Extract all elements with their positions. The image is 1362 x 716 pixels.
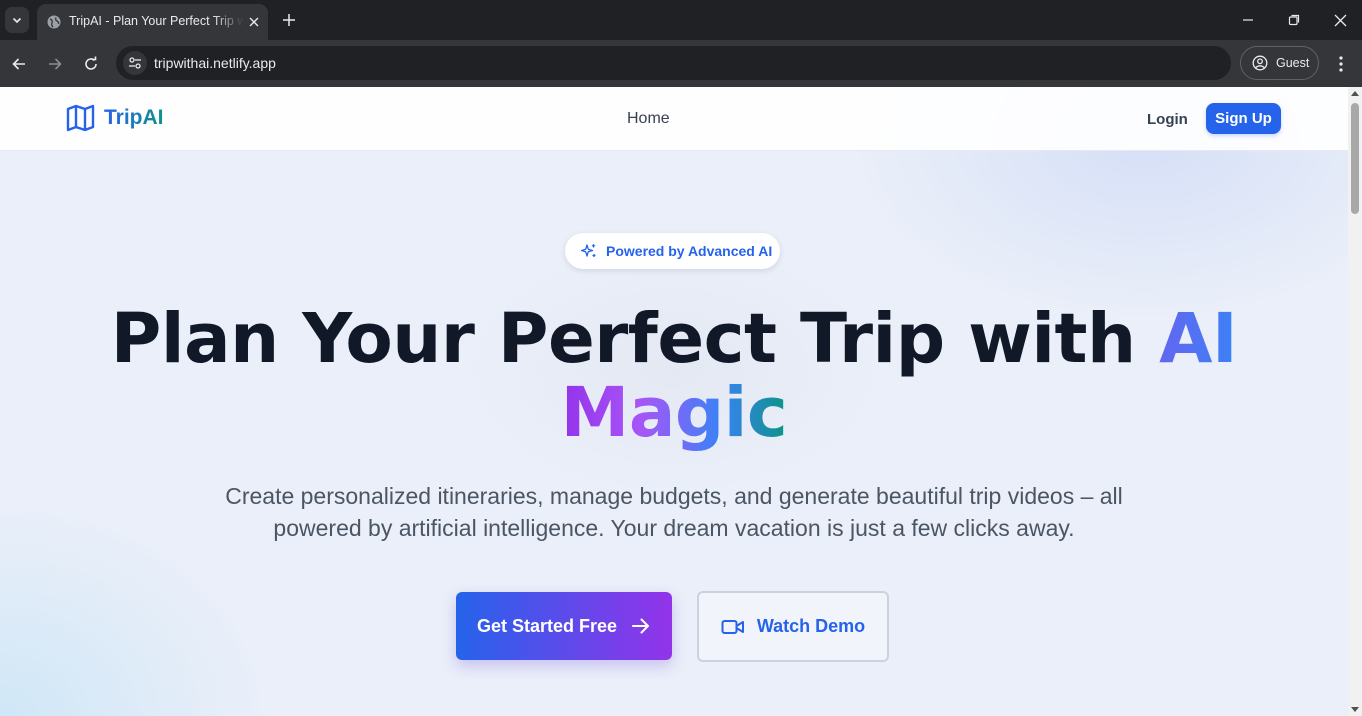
- hero-title-magic: Magic: [560, 373, 788, 453]
- map-icon: [66, 104, 95, 132]
- arrow-left-icon: [12, 58, 25, 70]
- get-started-button[interactable]: Get Started Free: [456, 592, 672, 660]
- watch-demo-label: Watch Demo: [756, 616, 866, 636]
- hero-title-accent: AI: [1159, 299, 1238, 379]
- watch-demo-button[interactable]: Watch Demo: [697, 591, 889, 662]
- url-text: tripwithai.netlify.app: [154, 55, 276, 71]
- profile-label: Guest: [1276, 56, 1310, 70]
- tune-icon: [129, 57, 141, 69]
- tab-search-button[interactable]: [5, 7, 29, 33]
- hero-title-main: Plan Your Perfect Trip with: [110, 299, 1160, 379]
- arrow-right-icon: [632, 618, 650, 634]
- restore-icon: [1288, 14, 1300, 26]
- minimize-icon: [1243, 19, 1253, 21]
- hero-subtitle: Create personalized itineraries, manage …: [225, 483, 1123, 541]
- plus-icon: [283, 14, 295, 26]
- address-bar[interactable]: tripwithai.netlify.app: [116, 46, 1231, 80]
- forward-button[interactable]: [43, 52, 67, 76]
- brand-name: TripAI: [104, 106, 164, 129]
- more-vert-icon: [1339, 56, 1343, 72]
- close-icon: [249, 17, 259, 27]
- page-viewport: TripAI Home Login Sign Up Powered by Adv…: [0, 87, 1348, 716]
- sparkles-icon: [581, 244, 596, 257]
- brand-logo[interactable]: TripAI: [66, 104, 164, 132]
- new-tab-button[interactable]: [278, 9, 300, 31]
- site-info-button[interactable]: [123, 51, 147, 75]
- restore-button[interactable]: [1282, 8, 1306, 32]
- profile-icon: [1252, 55, 1268, 71]
- close-icon: [1334, 14, 1346, 26]
- scroll-up-arrow[interactable]: [1351, 91, 1359, 96]
- scroll-down-arrow[interactable]: [1351, 707, 1359, 712]
- badge-label: Powered by Advanced AI: [606, 243, 773, 259]
- site-header: TripAI Home Login Sign Up: [0, 87, 1348, 151]
- reload-icon: [85, 56, 97, 70]
- profile-button[interactable]: Guest: [1240, 46, 1319, 80]
- minimize-button[interactable]: [1236, 8, 1260, 32]
- hero-title: Plan Your Perfect Trip with AI Magic: [0, 302, 1348, 450]
- ai-badge: Powered by Advanced AI: [565, 233, 780, 269]
- browser-toolbar: tripwithai.netlify.app Guest: [0, 40, 1362, 87]
- reload-button[interactable]: [79, 52, 103, 76]
- tab-close-button[interactable]: [245, 13, 263, 31]
- login-button[interactable]: Login: [1147, 111, 1188, 128]
- back-button[interactable]: [7, 52, 31, 76]
- page-scrollbar[interactable]: [1348, 87, 1362, 716]
- video-camera-icon: [721, 619, 744, 634]
- chevron-down-icon: [12, 17, 22, 24]
- browser-tab[interactable]: TripAI - Plan Your Perfect Trip with AI …: [37, 4, 268, 40]
- scrollbar-thumb[interactable]: [1351, 103, 1359, 214]
- nav-link-home[interactable]: Home: [627, 110, 670, 128]
- browser-menu-button[interactable]: [1329, 52, 1353, 76]
- get-started-label: Get Started Free: [476, 615, 618, 636]
- globe-icon: [47, 15, 61, 29]
- arrow-right-icon: [49, 58, 62, 70]
- signup-button[interactable]: Sign Up: [1206, 103, 1281, 134]
- tab-title: TripAI - Plan Your Perfect Trip with AI …: [69, 14, 244, 28]
- browser-tab-strip: TripAI - Plan Your Perfect Trip with AI …: [0, 0, 1362, 40]
- close-window-button[interactable]: [1328, 8, 1352, 32]
